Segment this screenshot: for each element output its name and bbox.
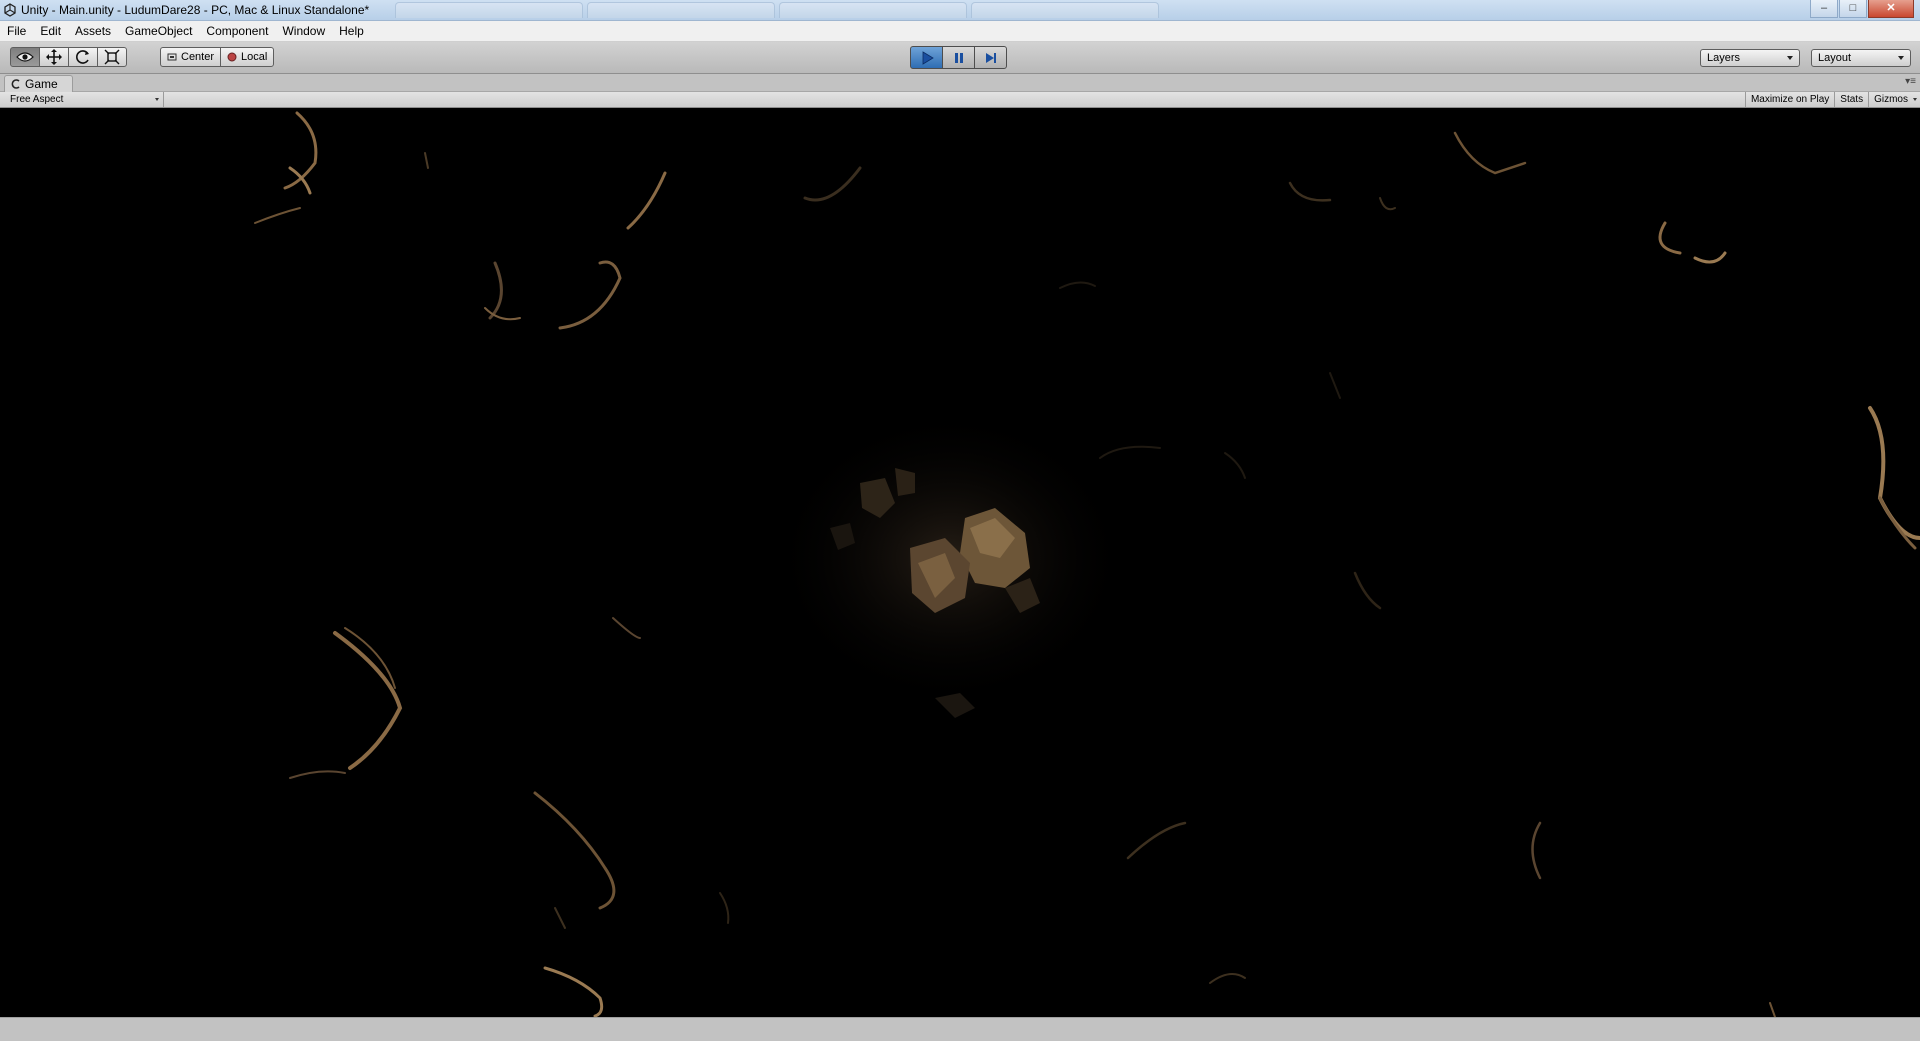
main-toolbar: Center Local Layers Layout	[0, 42, 1920, 74]
game-view-options: Maximize on Play Stats Gizmos	[1744, 92, 1920, 107]
unity-logo-icon	[4, 3, 16, 17]
hand-tool-button[interactable]	[10, 47, 40, 67]
layers-dropdown[interactable]: Layers	[1700, 49, 1800, 67]
pivot-center-label: Center	[181, 51, 215, 63]
play-button[interactable]	[910, 46, 943, 69]
background-browser-tabs	[395, 2, 1159, 19]
step-button[interactable]	[974, 46, 1007, 69]
pause-button[interactable]	[942, 46, 975, 69]
play-icon	[922, 50, 934, 65]
maximize-on-play-toggle[interactable]: Maximize on Play	[1744, 92, 1834, 107]
minimize-button[interactable]: –	[1810, 0, 1838, 18]
status-bar	[0, 1017, 1920, 1041]
aspect-label: Free Aspect	[10, 94, 64, 105]
pause-icon	[954, 52, 963, 63]
stats-toggle[interactable]: Stats	[1834, 92, 1868, 107]
panel-context-menu-icon[interactable]: ▾≡	[1905, 76, 1916, 87]
chevron-down-icon	[1787, 56, 1793, 60]
gizmos-label: Gizmos	[1874, 94, 1908, 105]
background-tab	[779, 2, 967, 18]
tab-game-label: Game	[25, 77, 58, 91]
eye-icon	[16, 52, 34, 62]
tab-game[interactable]: Game	[4, 75, 73, 92]
menu-component[interactable]: Component	[199, 21, 275, 41]
panel-tab-bar: Game ▾≡	[0, 74, 1920, 92]
rotate-tool-button[interactable]	[68, 47, 98, 67]
menu-window[interactable]: Window	[275, 21, 332, 41]
pivot-center-button[interactable]: Center	[160, 47, 222, 67]
game-viewport[interactable]	[0, 108, 1920, 1017]
chevron-down-icon	[1913, 98, 1917, 101]
rotate-icon	[76, 50, 89, 64]
step-icon	[985, 52, 996, 63]
menu-file[interactable]: File	[0, 21, 33, 41]
layout-label: Layout	[1818, 52, 1852, 64]
aspect-ratio-dropdown[interactable]: Free Aspect	[4, 92, 164, 107]
chevron-down-icon	[1898, 56, 1904, 60]
menu-assets[interactable]: Assets	[68, 21, 118, 41]
layers-label: Layers	[1707, 52, 1741, 64]
game-view-toolbar: Free Aspect Maximize on Play Stats Gizmo…	[0, 92, 1920, 108]
menu-help[interactable]: Help	[332, 21, 371, 41]
game-scene-render	[254, 111, 1920, 1017]
scale-tool-button[interactable]	[97, 47, 127, 67]
window-title: Unity - Main.unity - LudumDare28 - PC, M…	[21, 3, 370, 17]
background-tab	[395, 2, 583, 18]
close-button[interactable]: ✕	[1868, 0, 1914, 18]
background-tab	[587, 2, 775, 18]
menu-gameobject[interactable]: GameObject	[118, 21, 199, 41]
maximize-button[interactable]: □	[1839, 0, 1867, 18]
gizmos-dropdown[interactable]: Gizmos	[1868, 92, 1920, 107]
play-controls	[910, 46, 1007, 69]
layout-dropdown[interactable]: Layout	[1811, 49, 1911, 67]
move-arrows-icon	[46, 49, 62, 65]
menu-edit[interactable]: Edit	[33, 21, 68, 41]
pivot-local-button[interactable]: Local	[220, 47, 275, 67]
pivot-local-label: Local	[241, 51, 268, 63]
game-controller-icon	[11, 79, 20, 89]
window-title-bar: Unity - Main.unity - LudumDare28 - PC, M…	[0, 0, 1920, 21]
pivot-toggle-group: Center Local	[160, 47, 275, 67]
window-controls: – □ ✕	[1810, 0, 1914, 18]
menu-bar: File Edit Assets GameObject Component Wi…	[0, 21, 1920, 42]
pivot-center-icon	[167, 53, 177, 61]
scale-icon	[104, 49, 120, 65]
chevron-down-icon	[155, 98, 159, 101]
move-tool-button[interactable]	[39, 47, 69, 67]
local-space-icon	[227, 52, 237, 62]
background-tab	[971, 2, 1159, 18]
transform-tools	[10, 47, 127, 67]
